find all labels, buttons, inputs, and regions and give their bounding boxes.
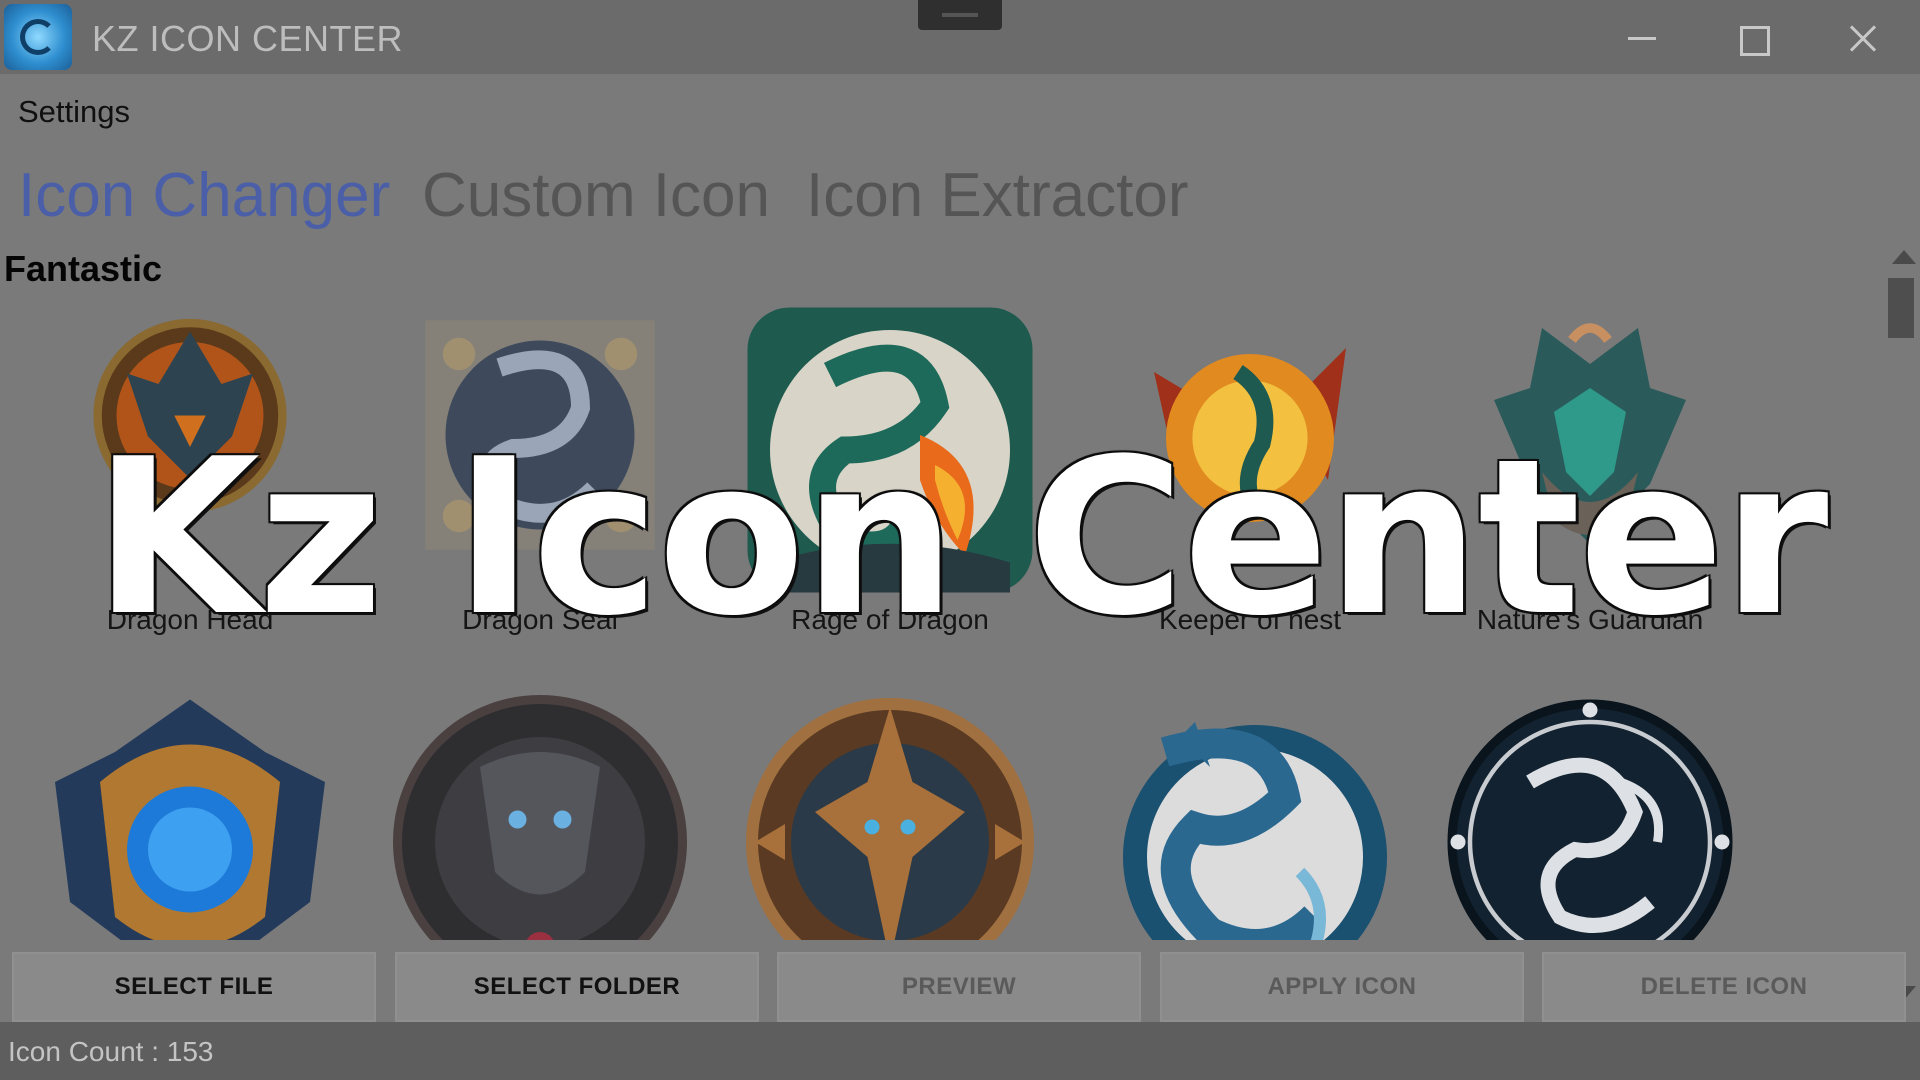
status-bar: Icon Count : 153 xyxy=(0,1022,1920,1080)
icon-tile[interactable] xyxy=(390,692,690,940)
action-button-bar: SELECT FILE SELECT FOLDER PREVIEW APPLY … xyxy=(0,940,1920,1022)
window-title: KZ ICON CENTER xyxy=(92,18,404,59)
app-logo-icon xyxy=(4,4,72,70)
icon-count-status: Icon Count : 153 xyxy=(8,1036,214,1067)
tribal-dragon-seal-icon xyxy=(1447,699,1733,940)
overlay-title: Kz Icon Center xyxy=(93,412,1829,663)
group-title: Fantastic xyxy=(4,248,163,289)
select-file-button[interactable]: SELECT FILE xyxy=(12,952,376,1022)
tab-custom-icon[interactable]: Custom Icon xyxy=(422,160,770,231)
select-folder-button[interactable]: SELECT FOLDER xyxy=(395,952,759,1022)
minimize-button[interactable] xyxy=(1622,18,1662,58)
maximize-button[interactable] xyxy=(1732,18,1772,58)
icon-tile[interactable] xyxy=(1440,692,1740,940)
delete-icon-button[interactable]: DELETE ICON xyxy=(1542,952,1906,1022)
title-bar: KZ ICON CENTER xyxy=(0,0,1920,74)
scroll-thumb[interactable] xyxy=(1888,278,1914,338)
scroll-up-arrow-icon[interactable] xyxy=(1892,250,1916,264)
stone-beast-icon xyxy=(393,695,687,940)
blue-dragon-circle-icon xyxy=(1123,722,1387,940)
menu-settings[interactable]: Settings xyxy=(18,94,130,130)
bronze-dragon-medallion-icon xyxy=(746,698,1034,940)
icon-tile[interactable] xyxy=(740,692,1040,940)
blue-orb-crest-icon xyxy=(55,699,325,940)
close-button[interactable] xyxy=(1842,18,1882,58)
screen-notch xyxy=(918,0,1002,30)
icon-tile[interactable] xyxy=(40,692,340,940)
apply-icon-button[interactable]: APPLY ICON xyxy=(1160,952,1524,1022)
tab-icon-extractor[interactable]: Icon Extractor xyxy=(806,160,1188,231)
preview-button[interactable]: PREVIEW xyxy=(777,952,1141,1022)
tab-icon-changer[interactable]: Icon Changer xyxy=(18,160,390,231)
icon-tile[interactable] xyxy=(1090,692,1390,940)
